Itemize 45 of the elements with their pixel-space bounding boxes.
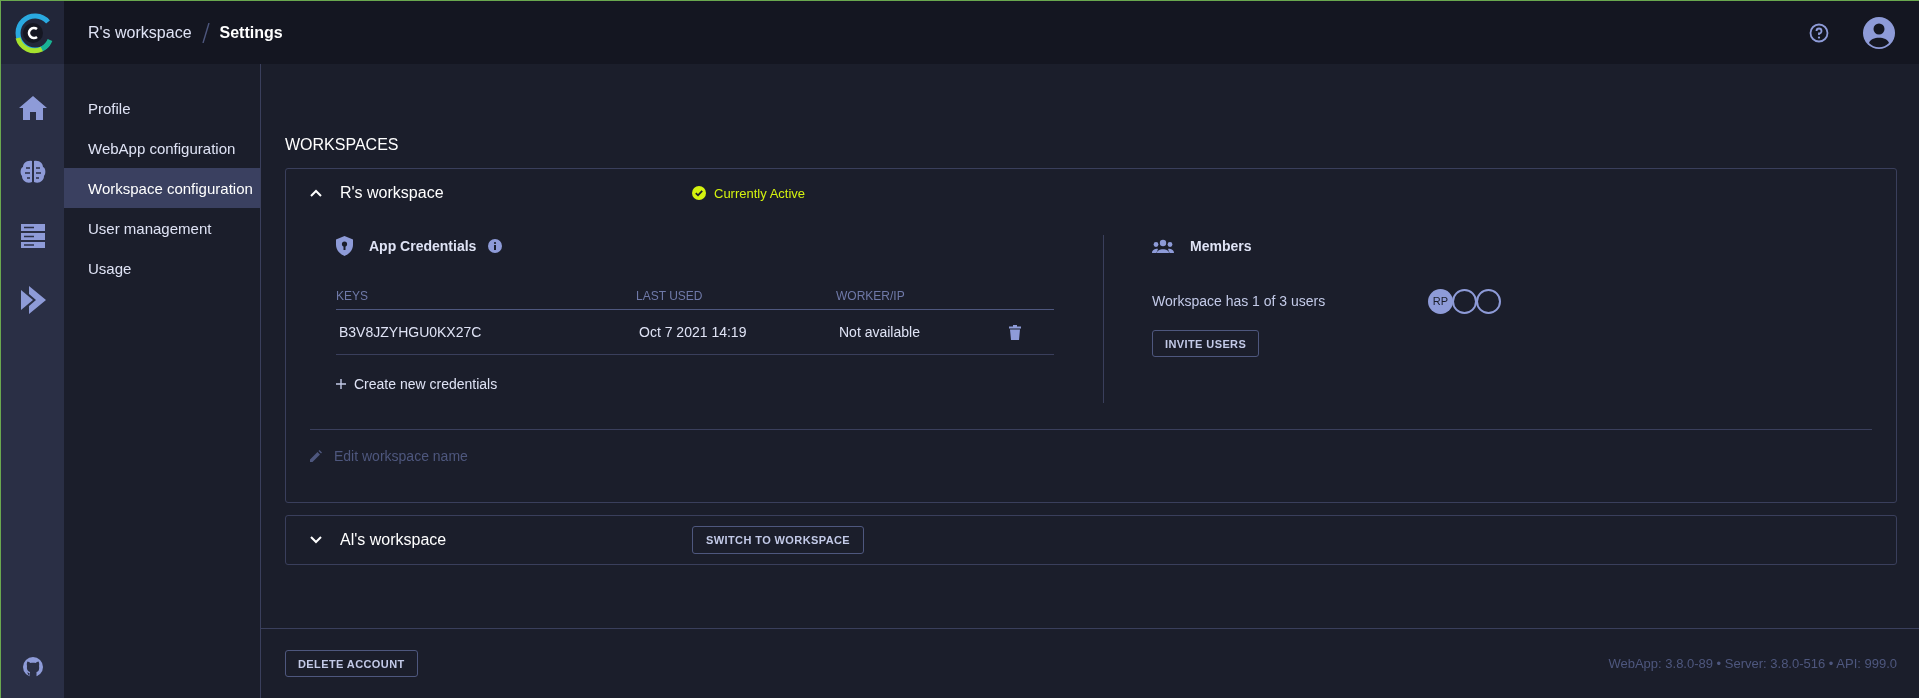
help-icon[interactable] <box>1809 22 1829 43</box>
delete-icon[interactable] <box>1009 324 1021 340</box>
table-cell-text: Not available <box>838 324 921 340</box>
check-circle-icon <box>692 186 706 200</box>
column-header: LAST USED <box>636 289 704 303</box>
home-icon[interactable] <box>17 95 48 121</box>
sidebar-item[interactable]: Profile <box>64 88 260 128</box>
section-title: WORKSPACES <box>285 136 400 154</box>
plus-icon <box>336 379 346 389</box>
empty-avatar-slot <box>1476 288 1501 314</box>
avatar: RP <box>1428 288 1453 314</box>
sidebar-item[interactable]: WebApp configuration <box>64 128 260 168</box>
server-icon[interactable] <box>19 223 46 249</box>
breadcrumb-item: Settings <box>219 23 283 42</box>
chevron-up-icon[interactable] <box>310 189 322 197</box>
chevron-down-icon[interactable] <box>310 536 322 544</box>
credentials-title: App Credentials <box>369 238 477 254</box>
column-header: KEYS <box>336 289 369 303</box>
table-cell-text: B3V8JZYHGU0KX27C <box>338 324 483 340</box>
table-cell-text: Oct 7 2021 14:19 <box>638 324 748 340</box>
workspace-name: Al's workspace <box>340 531 448 549</box>
breadcrumb-item[interactable]: R's workspace <box>88 23 192 42</box>
shield-key-icon <box>336 236 353 256</box>
delete-account-button[interactable]: DELETE ACCOUNT <box>285 650 418 677</box>
info-icon[interactable] <box>488 239 503 253</box>
users-icon <box>1152 239 1174 253</box>
brain-icon[interactable] <box>18 159 47 185</box>
double-arrow-icon[interactable] <box>18 285 47 315</box>
empty-avatar-slot <box>1452 288 1477 314</box>
member-count-text: Workspace has 1 of 3 users <box>1152 293 1327 309</box>
slash-divider-icon <box>201 22 210 43</box>
pencil-icon <box>310 450 322 462</box>
create-credentials-link[interactable]: Create new credentials <box>336 376 498 392</box>
sidebar-item[interactable]: User management <box>64 208 260 248</box>
octocat-icon[interactable] <box>21 656 44 678</box>
members-title: Members <box>1190 238 1252 254</box>
sidebar-item[interactable]: Workspace configuration <box>64 168 260 208</box>
user-avatar-icon[interactable] <box>1863 16 1895 49</box>
invite-users-button[interactable]: INVITE USERS <box>1152 330 1260 357</box>
status-label: Currently Active <box>714 185 806 201</box>
workspace-name: R's workspace <box>340 184 445 202</box>
column-header: WORKER/IP <box>836 289 906 303</box>
sidebar-item[interactable]: Usage <box>64 248 260 288</box>
version-info: WebApp: 3.8.0-89 • Server: 3.8.0-516 • API: 999.0 <box>1608 656 1897 671</box>
switch-workspace-button[interactable]: SWITCH TO WORKSPACE <box>692 526 865 554</box>
